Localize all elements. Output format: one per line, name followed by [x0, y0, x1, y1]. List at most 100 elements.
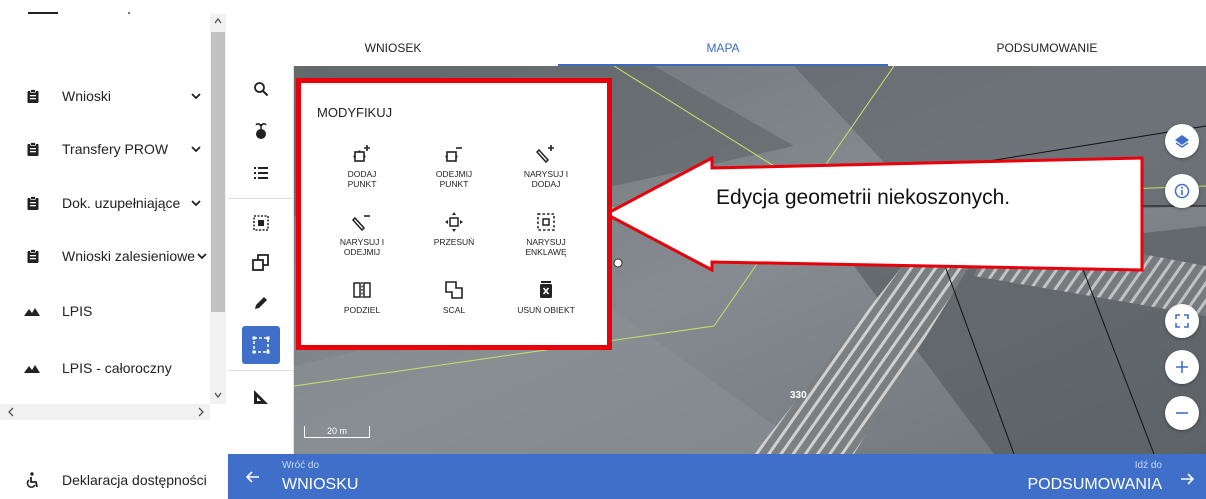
sidebar-item-dok-uzupelniajace[interactable]: Dok. uzupełniające: [0, 188, 210, 218]
logo-dot: [128, 12, 130, 14]
clipboard-icon: [27, 142, 39, 156]
info-button[interactable]: [1165, 174, 1199, 208]
scroll-down-icon[interactable]: [213, 390, 223, 400]
button-label: NARYSUJ I ODEJMIJ: [339, 237, 385, 257]
delete-object-button[interactable]: USUŃ OBIEKT: [501, 279, 591, 339]
search-icon: [254, 82, 269, 97]
button-label: USUŃ OBIEKT: [517, 305, 575, 315]
fullscreen-button[interactable]: [1165, 304, 1199, 338]
tab-mapa[interactable]: MAPA: [558, 30, 888, 66]
minus-icon: [1176, 412, 1188, 414]
next-button[interactable]: Idź do PODSUMOWANIA: [906, 454, 1206, 499]
toolbar-divider: [228, 198, 294, 199]
callout-text: Edycja geometrii niekoszonych.: [716, 186, 1011, 209]
select-area-icon: [253, 215, 269, 231]
terrain-icon: [24, 365, 40, 373]
back-hint: Wróć do: [282, 460, 320, 471]
button-label: NARYSUJ ENKLAWĘ: [525, 237, 567, 257]
chevron-down-icon: [191, 93, 201, 100]
measure-icon: [254, 390, 268, 404]
clipboard-icon: [27, 196, 39, 210]
enclave-icon: [537, 213, 555, 231]
back-target: WNIOSKU: [282, 476, 359, 493]
layers-icon: [1175, 135, 1189, 148]
delete-icon: [540, 281, 552, 298]
draw-subtract-icon: [352, 215, 370, 232]
draw-add-icon: [536, 145, 554, 164]
scroll-up-icon[interactable]: [213, 16, 223, 26]
modify-geometry-icon: [252, 336, 270, 354]
chevron-down-icon: [191, 146, 201, 153]
select-area-tool[interactable]: [242, 204, 280, 242]
sidebar-item-lpis-caloroczny[interactable]: LPIS - całoroczny: [0, 353, 210, 383]
merge-button[interactable]: SCAL: [409, 279, 499, 339]
sidebar-item-lpis[interactable]: LPIS: [0, 296, 210, 326]
merge-icon: [445, 281, 463, 299]
logo-fragment: [28, 12, 58, 14]
list-icon: [254, 167, 268, 179]
zoom-out-button[interactable]: [1165, 396, 1199, 430]
remove-vertex-button[interactable]: ODEJMIJ PUNKT: [409, 143, 499, 203]
bottom-navigation: Wróć do WNIOSKU Idź do PODSUMOWANIA: [228, 454, 1206, 499]
sidebar-item-label: Wnioski: [62, 88, 112, 104]
draw-add-button[interactable]: NARYSUJ I DODAJ: [501, 143, 591, 203]
sidebar: Wnioski Transfery PROW Dok. uzupełniając…: [0, 0, 228, 499]
zoom-in-button[interactable]: [1165, 350, 1199, 384]
layers-button[interactable]: [1165, 124, 1199, 158]
terrain-icon: [24, 308, 40, 316]
button-label: DODAJ PUNKT: [347, 169, 377, 189]
draw-subtract-button[interactable]: NARYSUJ I ODEJMIJ: [317, 211, 407, 271]
split-button[interactable]: PODZIEL: [317, 279, 407, 339]
sidebar-item-wnioski-zalesieniowe[interactable]: Wnioski zalesieniowe: [0, 241, 210, 271]
search-tool[interactable]: [242, 70, 280, 108]
back-button[interactable]: Wróć do WNIOSKU: [228, 454, 528, 499]
map-toolbar: [228, 66, 294, 454]
info-icon: [1174, 183, 1190, 199]
tab-bar: WNIOSEK MAPA PODSUMOWANIE: [228, 30, 1206, 66]
accessibility-icon: [26, 472, 38, 488]
popup-title: MODYFIKUJ: [317, 105, 393, 120]
sidebar-item-label: Dok. uzupełniające: [62, 195, 181, 211]
scroll-right-icon[interactable]: [196, 406, 206, 418]
button-label: PODZIEL: [343, 305, 381, 315]
next-hint: Idź do: [1134, 460, 1162, 471]
horizontal-scrollbar[interactable]: [0, 404, 210, 420]
sidebar-item-transfery-prow[interactable]: Transfery PROW: [0, 134, 210, 164]
tab-wniosek[interactable]: WNIOSEK: [228, 30, 558, 66]
sidebar-item-wnioski[interactable]: Wnioski: [0, 81, 210, 111]
parcel-label: 330: [790, 390, 807, 401]
sidebar-item-label: Transfery PROW: [62, 141, 169, 157]
arrow-right-icon: [1181, 473, 1194, 485]
button-label: ODEJMIJ PUNKT: [435, 169, 473, 189]
modify-popup: MODYFIKUJ DODAJ PUNKT ODEJMIJ PUNKT NARY…: [296, 78, 612, 350]
clipboard-icon: [27, 249, 39, 263]
callout-arrow: [604, 156, 1144, 272]
chevron-down-icon: [197, 253, 207, 260]
scroll-left-icon[interactable]: [6, 406, 16, 418]
plant-tool[interactable]: [242, 112, 280, 150]
draw-tool[interactable]: [242, 284, 280, 322]
button-label: SCAL: [442, 305, 466, 315]
scale-bar: 20 m: [304, 426, 370, 438]
draw-enclave-button[interactable]: NARYSUJ ENKLAWĘ: [501, 211, 591, 271]
sidebar-item-label: Wnioski zalesieniowe: [62, 248, 196, 264]
measure-tool[interactable]: [242, 378, 280, 416]
button-label: PRZESUŃ: [433, 237, 475, 247]
scrollbar-thumb[interactable]: [211, 32, 225, 312]
add-vertex-icon: [353, 145, 370, 162]
remove-vertex-icon: [445, 147, 462, 162]
copy-shape-icon: [252, 254, 269, 271]
move-icon: [445, 212, 463, 232]
chevron-down-icon: [191, 200, 201, 207]
list-tool[interactable]: [242, 154, 280, 192]
copy-tool[interactable]: [242, 244, 280, 282]
crop-icon: [255, 122, 267, 139]
move-button[interactable]: PRZESUŃ: [409, 211, 499, 271]
accessibility-link[interactable]: Deklaracja dostępności: [62, 472, 207, 488]
modify-tool[interactable]: [242, 326, 280, 364]
pencil-icon: [255, 297, 267, 309]
tab-podsumowanie[interactable]: PODSUMOWANIE: [888, 30, 1206, 66]
add-vertex-button[interactable]: DODAJ PUNKT: [317, 143, 407, 203]
plus-icon: [1176, 361, 1188, 373]
toolbar-divider: [228, 370, 294, 371]
